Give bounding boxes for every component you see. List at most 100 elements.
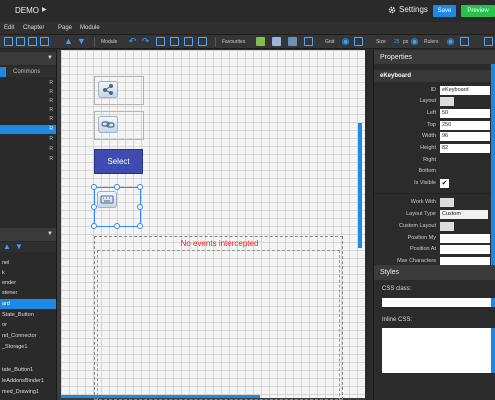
component-item[interactable]: or: [0, 320, 56, 330]
page-row[interactable]: R: [0, 106, 56, 115]
toolbar-more-icon[interactable]: [484, 37, 493, 46]
component-item[interactable]: k: [0, 268, 56, 278]
menu-page[interactable]: Page: [58, 25, 72, 31]
link-icon[interactable]: [98, 116, 118, 133]
tool-paste-icon[interactable]: [28, 37, 37, 46]
preview-button[interactable]: Preview: [461, 5, 495, 17]
component-item[interactable]: tate_Button1: [0, 365, 56, 375]
arrow-down-icon[interactable]: ▼: [15, 242, 23, 251]
resize-handle[interactable]: [91, 223, 97, 229]
page-row[interactable]: R: [0, 79, 56, 88]
menu-module[interactable]: Module: [80, 25, 100, 31]
rulers-toggle-icon[interactable]: [460, 37, 469, 46]
page-row[interactable]: R: [0, 88, 56, 97]
tool-square-icon[interactable]: [4, 37, 13, 46]
resize-handle[interactable]: [137, 204, 143, 210]
component-item[interactable]: nd_Connector: [0, 331, 56, 341]
chevron-down-icon[interactable]: ▼: [47, 55, 53, 61]
events-console-frame[interactable]: No events intercepted: [94, 236, 343, 400]
left-field[interactable]: [440, 109, 490, 118]
width-field[interactable]: [440, 132, 490, 141]
custom-layout-field[interactable]: [440, 222, 454, 231]
keyboard-icon[interactable]: [97, 191, 117, 208]
page-row[interactable]: R: [0, 145, 56, 154]
redo-icon[interactable]: ↷: [141, 37, 150, 46]
tool-page-icon[interactable]: [156, 37, 165, 46]
resize-handle[interactable]: [114, 184, 120, 190]
design-canvas[interactable]: Select No events intercepted: [57, 50, 365, 400]
inline-css-scrollbar[interactable]: [491, 328, 495, 373]
component-item[interactable]: ender: [0, 278, 56, 288]
eye-icon[interactable]: ◉: [410, 37, 419, 46]
max-characters-field[interactable]: [440, 257, 490, 265]
page-row-selected[interactable]: R: [0, 125, 56, 134]
tool-layers-icon[interactable]: [184, 37, 193, 46]
id-field[interactable]: [440, 86, 490, 95]
page-row[interactable]: R: [0, 155, 56, 164]
favourite-image-icon[interactable]: [256, 37, 265, 46]
arrow-up-icon[interactable]: ▲: [64, 37, 73, 46]
component-item[interactable]: stener: [0, 288, 56, 298]
grid-toggle-icon[interactable]: [354, 37, 363, 46]
position-at-field[interactable]: [440, 245, 490, 254]
page-row[interactable]: R: [0, 135, 56, 144]
favourite-text-icon[interactable]: [288, 37, 297, 46]
css-class-scrollbar[interactable]: [491, 298, 495, 307]
tool-pages-icon[interactable]: [170, 37, 179, 46]
canvas-vertical-scrollbar[interactable]: [358, 123, 362, 248]
inline-css-input[interactable]: [382, 328, 495, 373]
save-button[interactable]: Save: [433, 5, 456, 17]
settings-button[interactable]: Settings: [388, 5, 428, 14]
size-value[interactable]: 25: [394, 39, 400, 49]
styles-header: Styles: [374, 265, 495, 280]
tool-clip-icon[interactable]: [198, 37, 207, 46]
tab-commons[interactable]: Commons: [13, 69, 40, 75]
share-icon[interactable]: [98, 81, 118, 98]
properties-scrollbar[interactable]: [491, 64, 495, 265]
component-item[interactable]: med_Drawing1: [0, 387, 56, 397]
eye-icon[interactable]: ◉: [446, 37, 455, 46]
menu-chapter[interactable]: Chapter: [23, 25, 44, 31]
share-widget-frame[interactable]: [94, 76, 144, 105]
component-item[interactable]: State_Button: [0, 310, 56, 320]
component-item-selected[interactable]: ard: [0, 299, 56, 309]
work-with-field[interactable]: [440, 198, 454, 207]
favourite-button-icon[interactable]: [272, 37, 281, 46]
resize-handle[interactable]: [137, 184, 143, 190]
tool-delete-icon[interactable]: [40, 37, 49, 46]
eye-icon[interactable]: ◉: [341, 37, 350, 46]
layout-type-select[interactable]: Custom: [440, 210, 488, 219]
tab-pages[interactable]: [0, 67, 6, 77]
top-field[interactable]: [440, 121, 490, 130]
resize-handle[interactable]: [114, 223, 120, 229]
css-class-input[interactable]: [382, 298, 495, 307]
component-item[interactable]: leAddonsBinder1: [0, 376, 56, 386]
component-item[interactable]: _Storage1: [0, 342, 56, 352]
menu-edit[interactable]: Edit: [4, 25, 14, 31]
height-field[interactable]: [440, 144, 490, 153]
favourite-box-icon[interactable]: [304, 37, 313, 46]
resize-handle[interactable]: [137, 223, 143, 229]
resize-handle[interactable]: [91, 204, 97, 210]
arrow-down-icon[interactable]: ▼: [77, 37, 86, 46]
select-button[interactable]: Select: [94, 149, 143, 174]
play-icon[interactable]: ▶: [42, 6, 47, 13]
position-my-field[interactable]: [440, 234, 490, 243]
arrow-up-icon[interactable]: ▲: [3, 242, 11, 251]
canvas-horizontal-scrollbar[interactable]: [61, 395, 260, 398]
settings-label: Settings: [399, 5, 428, 14]
page-row[interactable]: R: [0, 97, 56, 106]
toolbar-divider: [215, 37, 216, 47]
undo-icon[interactable]: ↶: [128, 37, 137, 46]
keyboard-widget-selection[interactable]: [91, 184, 143, 229]
prop-row-max-characters: Max Characters: [374, 257, 495, 265]
is-visible-checkbox[interactable]: ✔: [440, 179, 449, 188]
tool-copy-icon[interactable]: [16, 37, 25, 46]
resize-handle[interactable]: [91, 184, 97, 190]
link-widget-frame[interactable]: [94, 111, 144, 140]
layout-field[interactable]: [440, 97, 454, 106]
page-row[interactable]: R: [0, 115, 56, 124]
canvas-grid[interactable]: Select No events intercepted: [61, 50, 365, 400]
chevron-down-icon[interactable]: ▼: [47, 231, 53, 237]
component-item[interactable]: nel: [0, 258, 56, 268]
